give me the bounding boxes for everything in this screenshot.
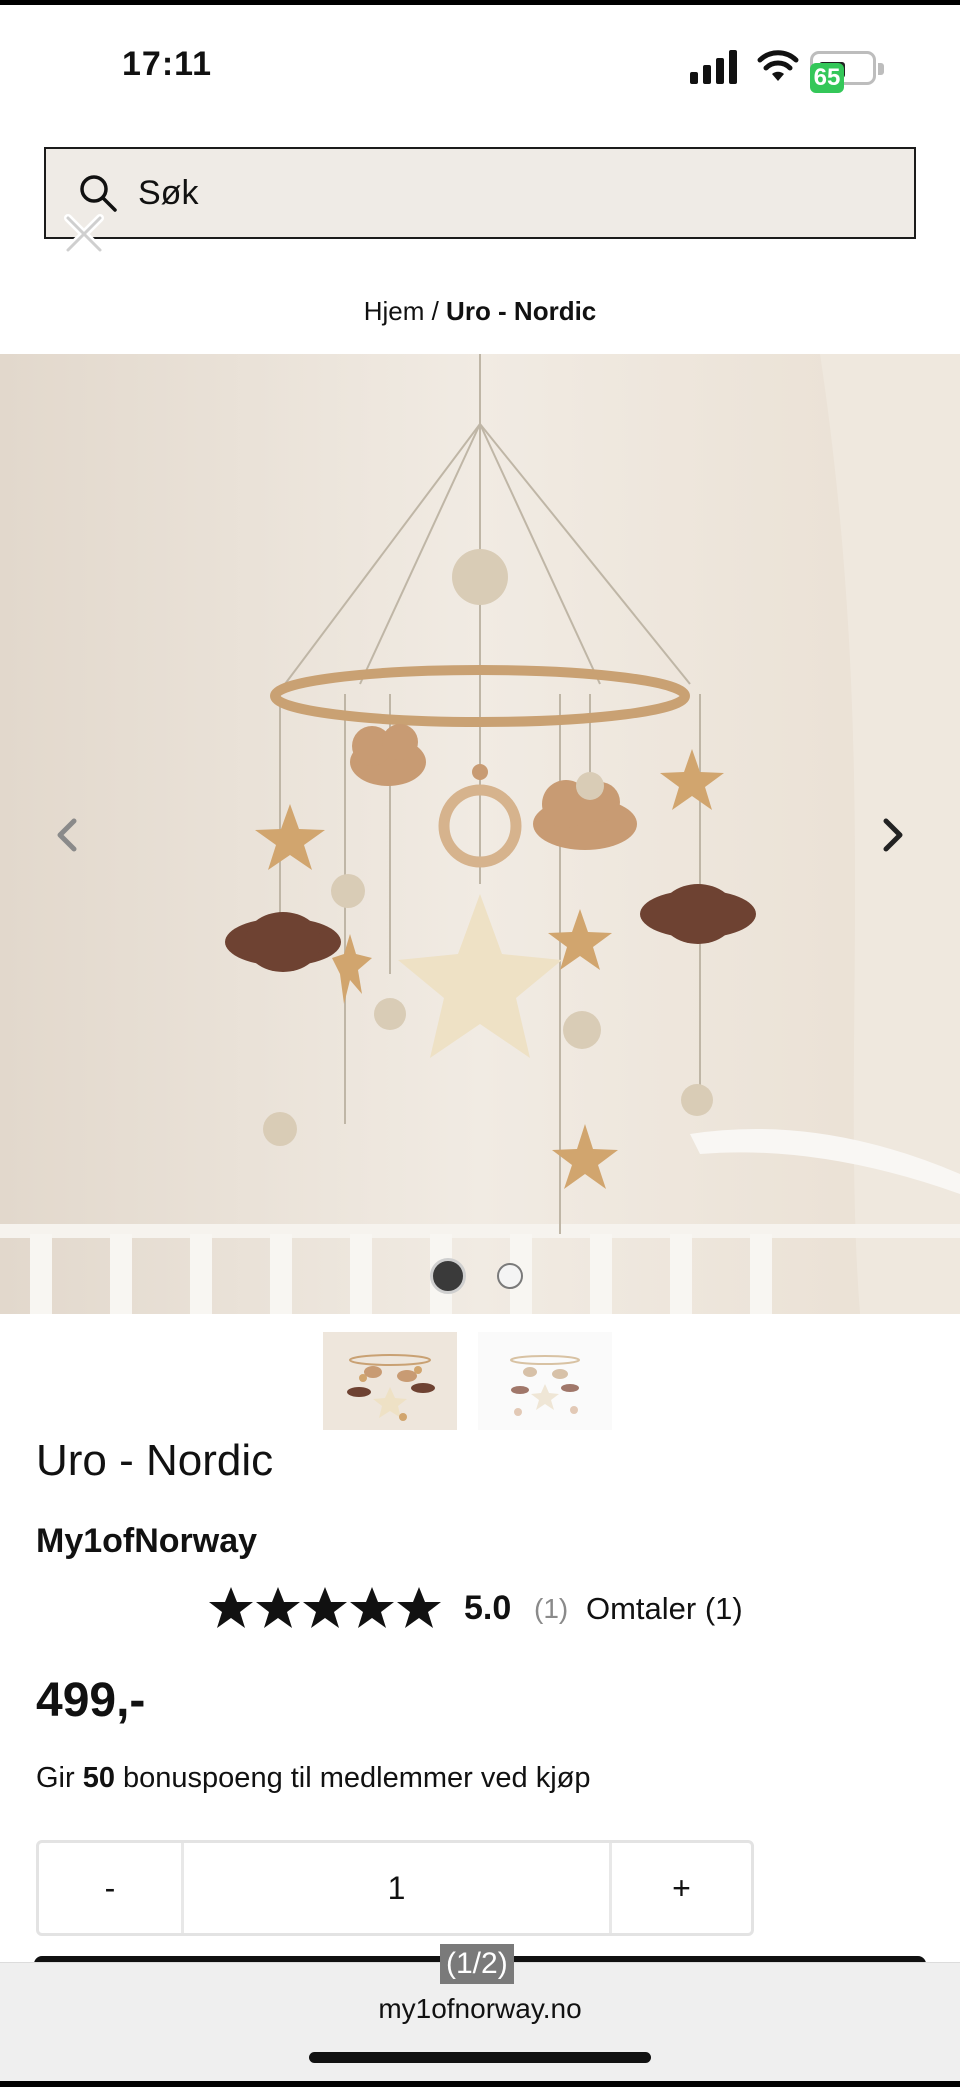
- bonus-points: 50: [82, 1762, 115, 1794]
- thumbnail-2[interactable]: [478, 1332, 612, 1430]
- product-rating[interactable]: 5.0 (1) Omtaler (1): [208, 1585, 768, 1635]
- product-price: 499,-: [36, 1674, 146, 1727]
- product-image[interactable]: [0, 354, 960, 1314]
- star-icon: [397, 1587, 441, 1628]
- thumbnail-1[interactable]: [323, 1332, 457, 1430]
- product-title: Uro - Nordic: [36, 1436, 274, 1485]
- chevron-right-icon[interactable]: [876, 815, 908, 855]
- quantity-increase-button[interactable]: +: [609, 1843, 751, 1933]
- close-icon[interactable]: [62, 212, 106, 256]
- search-input[interactable]: Søk: [44, 147, 916, 239]
- rating-score: 5.0: [464, 1589, 512, 1627]
- search-placeholder: Søk: [138, 174, 199, 212]
- status-bar: 17:11 65: [0, 5, 960, 115]
- star-icon: [209, 1587, 253, 1628]
- home-indicator[interactable]: [309, 2052, 651, 2063]
- wifi-icon: [757, 50, 799, 81]
- carousel-dot-1[interactable]: [430, 1258, 466, 1294]
- bottom-frame: [0, 2081, 960, 2087]
- battery-percent: 65: [810, 63, 844, 93]
- bonus-suffix: bonuspoeng til medlemmer ved kjøp: [114, 1762, 591, 1794]
- chevron-left-icon[interactable]: [52, 815, 84, 855]
- carousel-dot-2[interactable]: [497, 1263, 523, 1289]
- signal-icon: [690, 50, 737, 84]
- star-icon: [256, 1587, 300, 1628]
- breadcrumb-home[interactable]: Hjem: [364, 296, 425, 326]
- rating-count: (1): [534, 1593, 569, 1624]
- quantity-input[interactable]: 1: [184, 1843, 609, 1933]
- breadcrumb-current: Uro - Nordic: [446, 296, 597, 326]
- star-icon: [350, 1587, 394, 1628]
- quantity-decrease-button[interactable]: -: [39, 1843, 184, 1933]
- rating-stars: [209, 1587, 441, 1628]
- product-brand[interactable]: My1ofNorway: [36, 1522, 257, 1561]
- search-icon: [80, 175, 117, 212]
- quantity-stepper: - 1 +: [36, 1840, 754, 1936]
- bonus-prefix: Gir: [36, 1762, 83, 1794]
- star-icon: [303, 1587, 347, 1628]
- status-time: 17:11: [122, 45, 213, 83]
- url-text[interactable]: my1ofnorway.no: [0, 1993, 960, 2025]
- battery-icon: 65: [810, 49, 888, 93]
- page-counter: (1/2): [440, 1944, 514, 1984]
- breadcrumb: Hjem / Uro - Nordic: [0, 296, 960, 327]
- bonus-points-text: Gir 50 bonuspoeng til medlemmer ved kjøp: [36, 1762, 591, 1795]
- reviews-link[interactable]: Omtaler (1): [586, 1591, 743, 1627]
- breadcrumb-separator: /: [424, 296, 447, 326]
